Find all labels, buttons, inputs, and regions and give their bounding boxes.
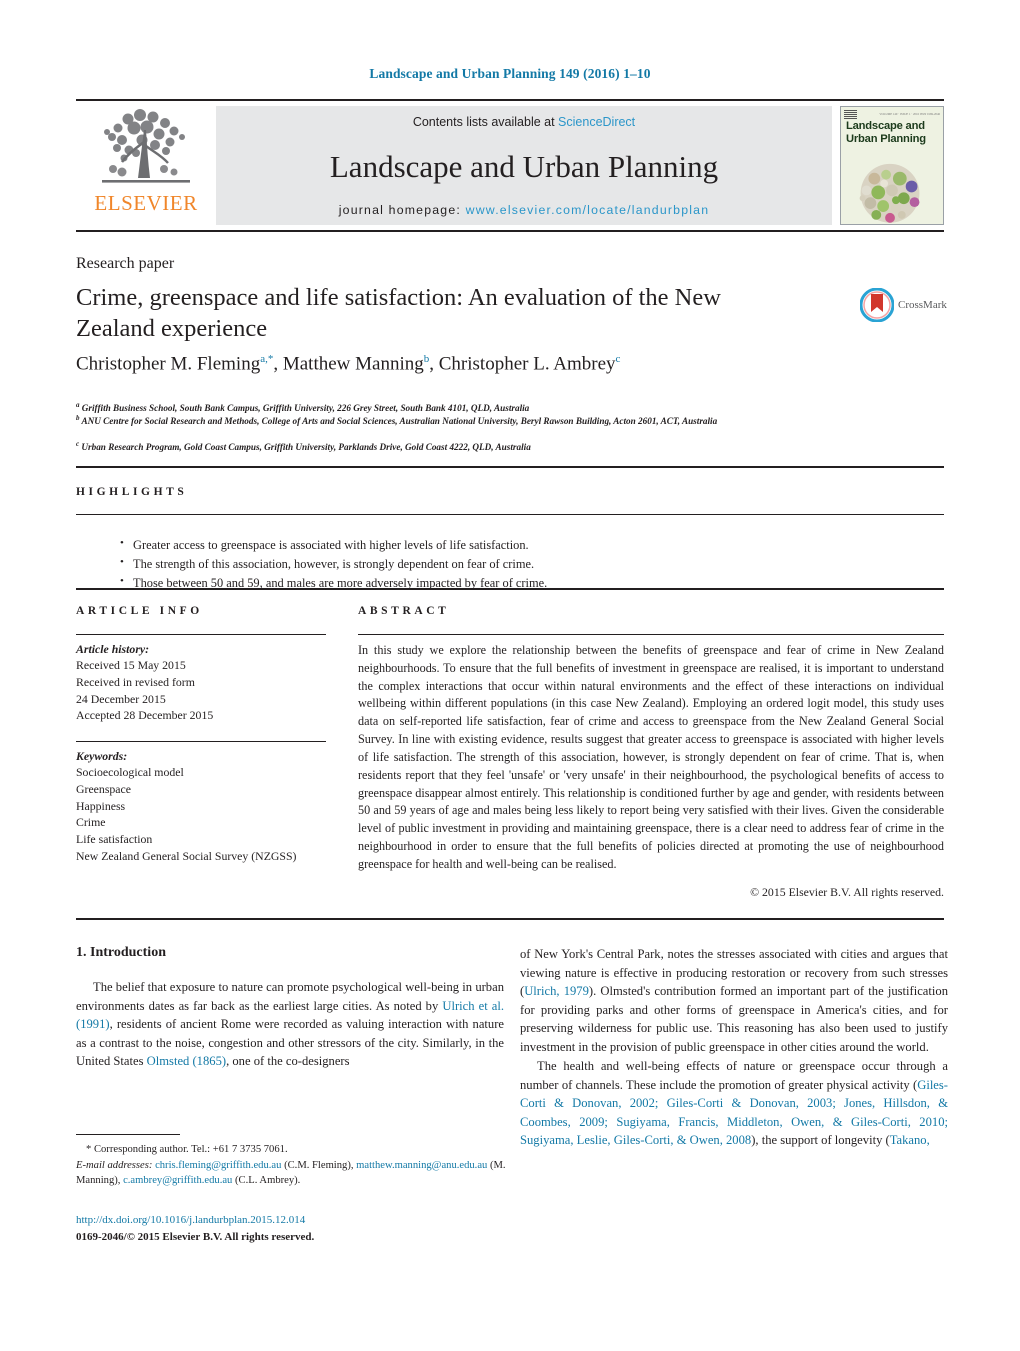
history-line: Accepted 28 December 2015	[76, 708, 214, 723]
contents-prefix: Contents lists available at	[412, 115, 559, 129]
elsevier-wordmark: ELSEVIER	[94, 191, 198, 215]
divider-article-info	[76, 634, 326, 635]
affiliation-text-b: ANU Centre for Social Research and Metho…	[81, 416, 718, 427]
highlights-list: Greater access to greenspace is associat…	[80, 535, 780, 593]
journal-title: Landscape and Urban Planning	[329, 148, 719, 184]
cover-elsevier-mark-icon	[844, 109, 857, 120]
cover-header-row: VOLUME 149 · ISSUE 1 · 2016 ISSN 0169-20…	[841, 107, 943, 120]
affiliation-marker-c: c	[76, 440, 80, 448]
journal-homepage-line: journal homepage: www.elsevier.com/locat…	[339, 203, 710, 217]
keywords-label: Keywords:	[76, 749, 128, 763]
doi-block: http://dx.doi.org/10.1016/j.landurbplan.…	[76, 1212, 506, 1245]
article-page: Landscape and Urban Planning 149 (2016) …	[0, 0, 1020, 1351]
affiliation-text-c: Urban Research Program, Gold Coast Campu…	[81, 442, 531, 453]
intro-paragraph-right-2: The health and well-being effects of nat…	[520, 1059, 948, 1147]
divider-below-highlights-heading	[76, 514, 944, 515]
journal-cover-thumbnail[interactable]: VOLUME 149 · ISSUE 1 · 2016 ISSN 0169-20…	[840, 106, 944, 225]
article-history-label: Article history:	[76, 642, 150, 656]
contents-available-line: Contents lists available at ScienceDirec…	[413, 115, 635, 129]
crossmark-icon	[860, 288, 894, 322]
affiliation-marker-b: b	[76, 414, 80, 422]
crossmark-badge[interactable]: CrossMark	[860, 288, 956, 322]
keywords-list: Socioecological model Greenspace Happine…	[76, 764, 326, 865]
affiliation-marker-a: a	[76, 401, 80, 409]
article-type-label: Research paper	[76, 255, 175, 272]
keyword-item: Happiness	[76, 798, 126, 813]
body-column-right: of New York's Central Park, notes the st…	[520, 945, 948, 1151]
divider-above-article-info	[76, 588, 944, 590]
cover-title-line-2: Urban Planning	[846, 133, 926, 146]
crossmark-label: CrossMark	[898, 299, 947, 311]
running-head: Landscape and Urban Planning 149 (2016) …	[369, 66, 651, 81]
sciencedirect-link[interactable]: ScienceDirect	[558, 115, 635, 129]
highlight-item: The strength of this association, howeve…	[120, 554, 780, 574]
history-line: Received in revised form	[76, 674, 195, 689]
keyword-item: Greenspace	[76, 781, 132, 796]
footnote-divider	[76, 1134, 180, 1135]
history-line: 24 December 2015	[76, 691, 166, 706]
page-title: Crime, greenspace and life satisfaction:…	[76, 284, 721, 342]
highlight-item: Those between 50 and 59, and males are m…	[120, 573, 780, 593]
divider-above-body	[76, 918, 944, 920]
keyword-item: Life satisfaction	[76, 832, 153, 846]
section-title-introduction: 1. Introduction	[76, 945, 166, 960]
article-info-heading: ARTICLE INFO	[76, 605, 203, 617]
abstract-column: ABSTRACT In this study we explore the re…	[358, 605, 944, 900]
abstract-copyright: © 2015 Elsevier B.V. All rights reserved…	[750, 884, 944, 899]
doi-link[interactable]: http://dx.doi.org/10.1016/j.landurbplan.…	[76, 1212, 506, 1229]
journal-title-block: Contents lists available at ScienceDirec…	[216, 106, 832, 225]
abstract-heading: ABSTRACT	[358, 605, 450, 617]
homepage-prefix: journal homepage:	[338, 203, 466, 217]
affiliation-b: b ANU Centre for Social Research and Met…	[76, 413, 866, 428]
elsevier-tree-logo	[102, 109, 190, 183]
cover-volume-meta: VOLUME 149 · ISSUE 1 · 2016 ISSN 0169-20…	[879, 111, 940, 116]
corresponding-author-note: * Corresponding author. Tel.: +61 7 3735…	[86, 1144, 288, 1155]
highlights-heading: HIGHLIGHTS	[76, 486, 188, 498]
keyword-item: Socioecological model	[76, 765, 184, 779]
affiliation-c: c Urban Research Program, Gold Coast Cam…	[76, 439, 866, 454]
keyword-item: Crime	[76, 815, 106, 830]
divider-above-highlights	[76, 466, 944, 468]
highlight-item: Greater access to greenspace is associat…	[120, 535, 780, 555]
issn-copyright-line: 0169-2046/© 2015 Elsevier B.V. All right…	[76, 1230, 315, 1243]
intro-paragraph-right-1: of New York's Central Park, notes the st…	[520, 947, 948, 1054]
divider-abstract	[358, 634, 944, 635]
journal-masthead: ELSEVIER Contents lists available at Sci…	[76, 99, 944, 232]
cover-artwork	[859, 163, 920, 223]
body-column-left: 1. Introduction The belief that exposure…	[76, 945, 504, 1072]
keyword-item: New Zealand General Social Survey (NZGSS…	[76, 848, 297, 863]
article-info-column: ARTICLE INFO Article history: Received 1…	[76, 605, 326, 865]
cover-title-line-1: Landscape and	[846, 120, 925, 132]
author-list: Christopher M. Fleminga,*, Matthew Manni…	[76, 353, 621, 375]
abstract-text: In this study we explore the relationshi…	[358, 643, 944, 871]
divider-keywords	[76, 741, 326, 742]
email-addresses-note: E-mail addresses: chris.fleming@griffith…	[76, 1159, 506, 1187]
affiliation-text-a: Griffith Business School, South Bank Cam…	[81, 403, 530, 414]
article-history-list: Received 15 May 2015 Received in revised…	[76, 657, 326, 724]
footnote-block: * Corresponding author. Tel.: +61 7 3735…	[76, 1142, 506, 1189]
elsevier-logo-block: ELSEVIER	[76, 101, 216, 230]
intro-paragraph-left: The belief that exposure to nature can p…	[76, 980, 504, 1068]
journal-homepage-link[interactable]: www.elsevier.com/locate/landurbplan	[466, 203, 710, 217]
history-line: Received 15 May 2015	[76, 658, 186, 672]
